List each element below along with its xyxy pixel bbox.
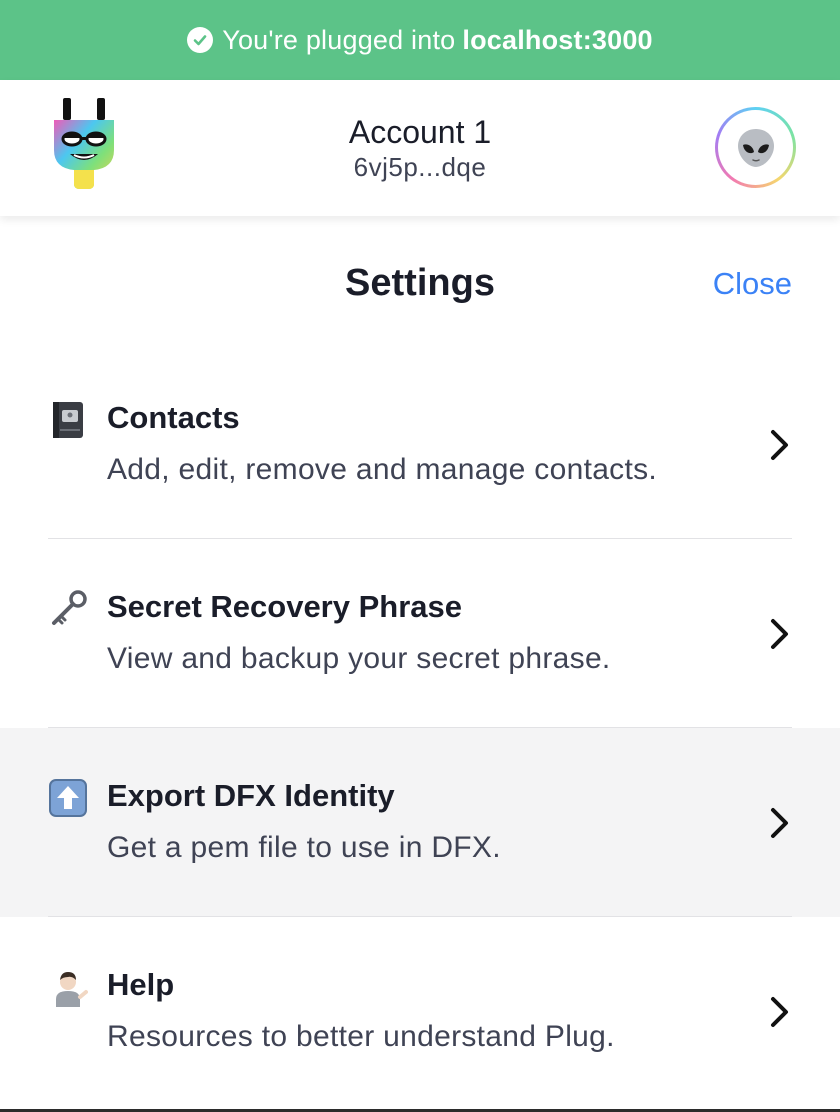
chevron-right-icon [768,428,792,462]
menu-item-title: Contacts [107,400,240,435]
key-icon [48,589,88,629]
account-header: Account 1 6vj5p...dqe [0,80,840,216]
banner-text: You're plugged into [222,24,456,55]
menu-item-description: View and backup your secret phrase. [107,642,611,675]
menu-item-export-dfx-identity[interactable]: Export DFX Identity Get a pem file to us… [0,728,840,917]
plug-logo-icon [48,96,120,190]
account-info[interactable]: Account 1 6vj5p...dqe [220,113,620,183]
menu-item-help[interactable]: Help Resources to better understand Plug… [0,917,840,1106]
menu-item-description: Get a pem file to use in DFX. [107,831,501,864]
chevron-right-icon [768,617,792,651]
up-arrow-button-icon [48,778,88,818]
avatar[interactable] [715,107,796,188]
menu-item-secret-recovery-phrase[interactable]: Secret Recovery Phrase View and backup y… [0,539,840,728]
page-title: Settings [345,262,495,304]
account-id[interactable]: 6vj5p...dqe [220,151,620,183]
check-circle-icon [187,27,214,53]
menu-item-title: Export DFX Identity [107,778,395,813]
menu-item-description: Add, edit, remove and manage contacts. [107,453,658,486]
connection-banner: You're plugged into localhost:3000 [0,0,840,80]
chevron-right-icon [768,995,792,1029]
menu-item-contacts[interactable]: Contacts Add, edit, remove and manage co… [0,350,840,539]
person-shrugging-icon [48,967,88,1007]
close-button[interactable]: Close [713,266,792,302]
address-book-icon [48,400,88,440]
alien-emoji-icon [737,128,774,167]
chevron-right-icon [768,806,792,840]
menu-item-title: Secret Recovery Phrase [107,589,463,624]
banner-host: localhost:3000 [462,24,653,55]
menu-item-description: Resources to better understand Plug. [107,1020,615,1053]
menu-item-title: Help [107,967,175,1002]
settings-header: Settings Close [0,240,840,330]
account-name: Account 1 [348,114,492,150]
settings-menu: Contacts Add, edit, remove and manage co… [0,350,840,1106]
